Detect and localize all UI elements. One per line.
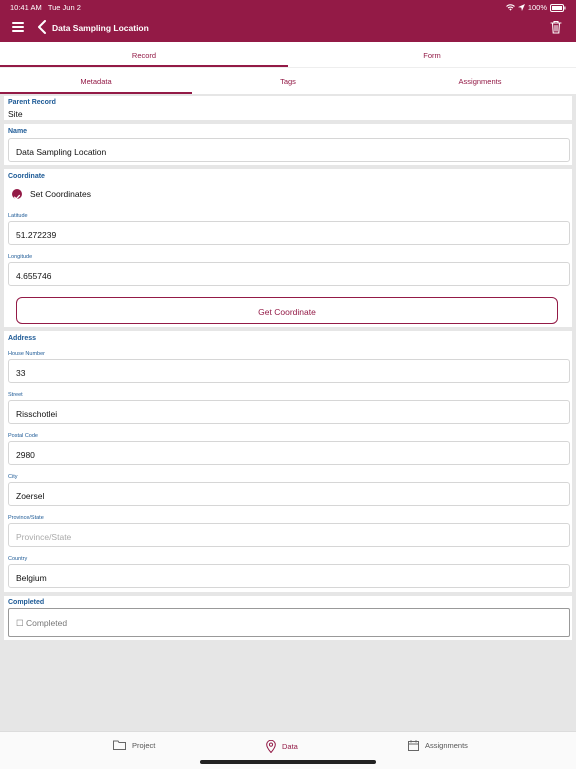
completed-section: Completed ☐ Completed	[4, 596, 572, 640]
primary-tabs: Record Form	[0, 42, 576, 67]
status-time-date: 10:41 AM Tue Jun 2	[10, 3, 81, 12]
tab-form[interactable]: Form	[288, 42, 576, 67]
status-date: Tue Jun 2	[47, 3, 81, 12]
latitude-field[interactable]: 51.272239	[8, 221, 570, 245]
battery-icon	[550, 3, 566, 12]
name-field[interactable]: Data Sampling Location	[8, 138, 570, 162]
tab-metadata[interactable]: Metadata	[0, 68, 192, 94]
country-field[interactable]: Belgium	[8, 564, 570, 588]
street-label: Street	[8, 392, 23, 398]
postal-code-label: Postal Code	[8, 433, 38, 439]
city-label: City	[8, 474, 18, 480]
app-bar: 10:41 AM Tue Jun 2 100% Data Sampling Lo…	[0, 0, 576, 42]
location-arrow-icon	[517, 4, 525, 11]
coordinate-section: Coordinate Set Coordinates Latitude 51.2…	[4, 169, 572, 327]
menu-icon[interactable]	[12, 22, 24, 32]
parent-record-label: Parent Record	[8, 99, 56, 106]
latitude-label: Latitude	[8, 213, 28, 219]
wifi-icon	[505, 4, 515, 11]
map-pin-icon	[266, 740, 276, 753]
nav-project-label: Project	[132, 740, 156, 750]
coordinate-label: Coordinate	[8, 173, 45, 180]
get-coordinate-button[interactable]: Get Coordinate	[16, 297, 558, 324]
tab-tags[interactable]: Tags	[192, 68, 384, 94]
province-field[interactable]: Province/State	[8, 523, 570, 547]
battery-percent: 100%	[527, 3, 547, 12]
tab-record[interactable]: Record	[0, 42, 288, 67]
calendar-icon	[408, 740, 419, 751]
folder-icon	[113, 740, 126, 750]
tab-assignments[interactable]: Assignments	[384, 68, 576, 94]
name-section: Name Data Sampling Location	[4, 124, 572, 165]
postal-code-field[interactable]: 2980	[8, 441, 570, 465]
trash-icon[interactable]	[550, 20, 562, 34]
city-field[interactable]: Zoersel	[8, 482, 570, 506]
house-number-field[interactable]: 33	[8, 359, 570, 383]
longitude-label: Longitude	[8, 254, 33, 260]
street-field[interactable]: Risschotlei	[8, 400, 570, 424]
house-number-label: House Number	[8, 351, 45, 357]
set-coordinates-check-icon[interactable]	[12, 189, 22, 200]
page-title: Data Sampling Location	[52, 23, 149, 33]
parent-record-value: Site	[8, 109, 23, 119]
nav-data[interactable]: Data	[266, 740, 298, 753]
set-coordinates-label[interactable]: Set Coordinates	[30, 189, 91, 199]
status-time: 10:41 AM	[10, 3, 42, 12]
longitude-field[interactable]: 4.655746	[8, 262, 570, 286]
nav-project[interactable]: Project	[113, 740, 155, 750]
nav-assignments-label: Assignments	[425, 741, 468, 750]
secondary-tabs: Metadata Tags Assignments	[0, 67, 576, 94]
province-label: Province/State	[8, 515, 44, 521]
home-indicator	[200, 760, 376, 764]
name-label: Name	[8, 128, 28, 135]
parent-record-section: Parent Record Site	[4, 96, 572, 120]
nav-data-label: Data	[282, 742, 298, 751]
address-label: Address	[8, 335, 37, 342]
address-section: Address House Number 33 Street Risschotl…	[4, 331, 572, 592]
status-indicators: 100%	[505, 3, 566, 12]
completed-checkbox[interactable]: ☐ Completed	[8, 608, 570, 637]
back-chevron-icon[interactable]	[37, 20, 47, 34]
nav-assignments[interactable]: Assignments	[408, 740, 468, 751]
country-label: Country	[8, 556, 28, 562]
completed-label: Completed	[8, 599, 45, 606]
